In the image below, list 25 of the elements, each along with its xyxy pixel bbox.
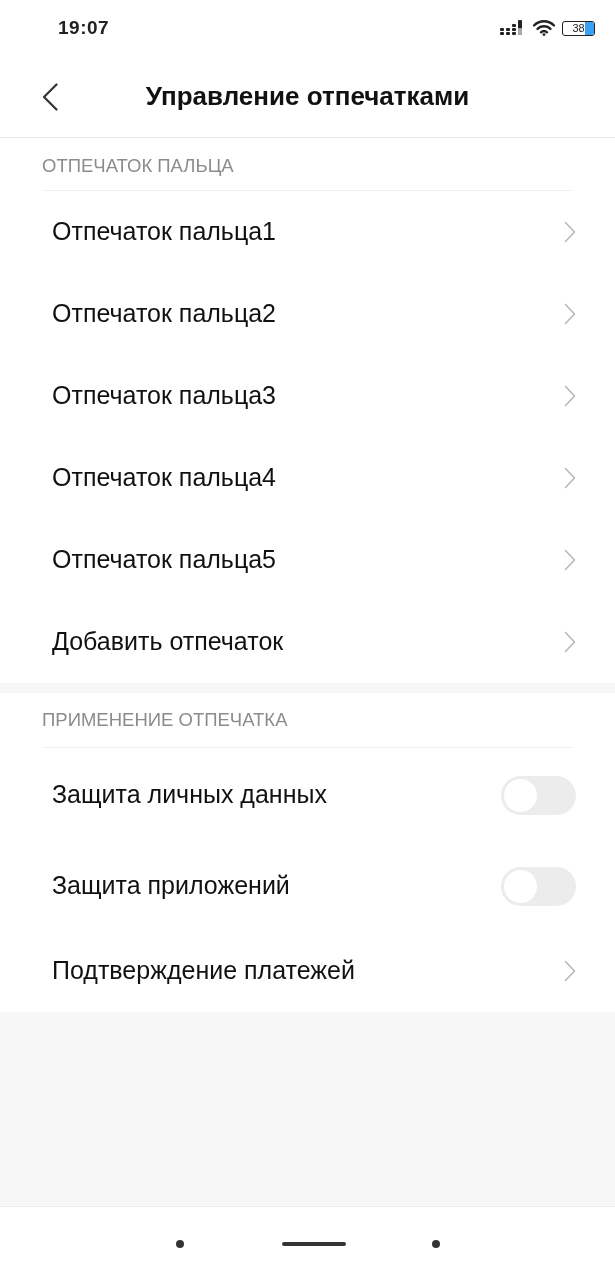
battery-indicator: 38 (562, 20, 595, 36)
settings-item[interactable]: Добавить отпечаток (0, 601, 615, 683)
chevron-icon (564, 631, 576, 653)
settings-item[interactable]: Отпечаток пальца5 (0, 519, 615, 601)
settings-item[interactable]: Отпечаток пальца3 (0, 355, 615, 437)
chevron-icon (564, 960, 576, 982)
chevron-icon (564, 549, 576, 571)
chevron-icon (564, 385, 576, 407)
screen-title: Управление отпечатками (144, 80, 471, 113)
settings-item[interactable]: Подтверждение платежей (0, 930, 615, 1012)
chevron-icon (564, 303, 576, 325)
settings-item[interactable]: Отпечаток пальца1 (0, 191, 615, 273)
back-icon[interactable] (42, 82, 58, 111)
settings-item[interactable]: Отпечаток пальца4 (0, 437, 615, 519)
status-time: 19:07 (58, 15, 110, 40)
chevron-icon (564, 467, 576, 489)
section-header: ОТПЕЧАТОК ПАЛЬЦА (42, 154, 234, 179)
wifi-icon (533, 20, 555, 36)
signal-icon (500, 20, 524, 36)
home-bar-icon[interactable] (282, 1241, 346, 1246)
settings-item[interactable]: Отпечаток пальца2 (0, 273, 615, 355)
setting-label: Защита личных данных (52, 779, 327, 811)
setting-label: Защита приложений (52, 870, 290, 902)
chevron-icon (564, 221, 576, 243)
section-header: ПРИМЕНЕНИЕ ОТПЕЧАТКА (42, 708, 288, 733)
